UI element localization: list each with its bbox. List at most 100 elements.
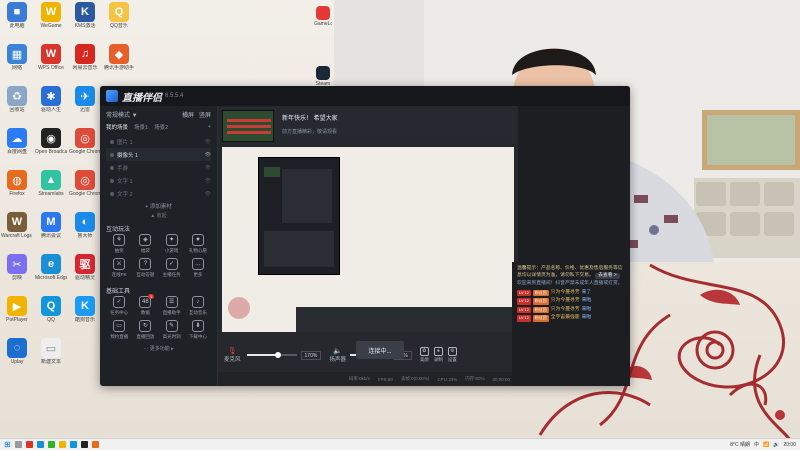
mic-button[interactable]: 🎙 麦克风 <box>224 347 241 363</box>
desktop-icon[interactable]: ✈ 迅雷 <box>69 86 101 113</box>
eye-icon[interactable]: 👁 <box>205 191 211 197</box>
desktop-icon[interactable]: ◉Open Broadcaster Software <box>35 128 67 155</box>
ime-indicator[interactable]: 中 <box>754 441 759 448</box>
start-live-button[interactable]: 连接中... <box>356 341 404 359</box>
desktop-icon[interactable]: ◎ Google Chrome <box>69 170 101 197</box>
tool-button[interactable]: ♪ 互动音乐 <box>185 296 211 316</box>
settings-button[interactable]: ⚙ 设置 <box>447 347 457 363</box>
tool-button[interactable]: ✎ 高光时刻 <box>159 320 185 340</box>
tool-button[interactable]: ✓ 主播任务 <box>159 258 185 278</box>
tool-button[interactable]: ↻ 直播回放 <box>132 320 158 340</box>
taskbar-app-icon[interactable] <box>36 441 44 448</box>
scene-item[interactable]: 图片 1 👁 <box>106 135 211 148</box>
chat-message[interactable]: LV.12 粉丝团 只为今蔓寻芳 来啦 <box>517 306 625 314</box>
collapse-button[interactable]: ▲ 收起 <box>106 212 211 220</box>
tool-button[interactable]: ⬇ 下载中心 <box>185 320 211 340</box>
desktop-icon[interactable]: ◍ Firefox <box>1 170 33 197</box>
visibility-icon[interactable] <box>110 165 114 170</box>
desktop-icon[interactable]: W WeGame <box>35 2 67 29</box>
desktop-icon[interactable]: ▶ PotPlayer <box>1 296 33 323</box>
weather-text[interactable]: 8°C 晴朗 <box>730 441 750 448</box>
mic-volume-slider[interactable] <box>246 352 297 358</box>
desktop-icon[interactable]: K KMS激活 <box>69 2 101 29</box>
tool-button[interactable]: ✓ 任务中心 <box>106 296 132 316</box>
start-icon[interactable]: ⊞ <box>4 440 11 449</box>
speaker-button[interactable]: 🔈 扬声器 <box>329 347 346 363</box>
eye-icon[interactable]: 👁 <box>205 165 211 171</box>
tool-button[interactable]: 48 数据 1 <box>132 294 158 316</box>
tool-button[interactable]: ⚔ 连线PK <box>106 258 132 278</box>
desktop-icon[interactable]: ■ 此电脑 <box>1 2 33 29</box>
record-button[interactable]: ● 录制 <box>433 347 443 363</box>
desktop-icon[interactable]: Q QQ音乐 <box>103 2 135 29</box>
desktop-icon[interactable]: 驱驱动精灵 <box>69 254 101 281</box>
tool-button[interactable]: ◈ 福袋 <box>132 234 158 254</box>
tab-scene-2[interactable]: 场景2 <box>154 123 168 131</box>
landscape-toggle[interactable]: 横屏 <box>182 110 194 119</box>
scene-item[interactable]: 文字 2 👁 <box>106 187 211 200</box>
chat-username[interactable]: 只为今蔓寻芳 <box>551 298 580 305</box>
desktop-icon[interactable]: e Microsoft Edge <box>35 254 67 281</box>
tool-button[interactable]: ☰ 直播助手 <box>159 296 185 316</box>
desktop-icon[interactable]: ◆ 腾讯手游助手 <box>103 44 135 71</box>
mode-selector[interactable]: 常规模式 ▼ <box>106 110 138 119</box>
more-tools-button[interactable]: ⋯ 更多功能 ▸ <box>106 345 211 352</box>
chat-message[interactable]: LV.12 粉丝团 全宇宙最强鹿 来啦 <box>517 315 625 322</box>
desktop-icon[interactable]: GameLoop <box>314 6 332 27</box>
tool-button[interactable]: ✦ 小游戏 <box>159 234 185 254</box>
tab-scene-1[interactable]: 场景1 <box>134 123 148 131</box>
desktop-icon[interactable]: ✱ 驱动人生 <box>35 86 67 113</box>
taskbar-app-icon[interactable] <box>91 441 99 448</box>
visibility-icon[interactable] <box>110 178 114 183</box>
desktop-icon[interactable]: ◐ 鲁大师 <box>69 212 101 239</box>
desktop-icon[interactable]: ▲ Streamlabs <box>35 170 67 197</box>
desktop-icon[interactable]: ▭ 新建文本 <box>35 338 67 365</box>
desktop-icon[interactable]: W WPS Office <box>35 44 67 71</box>
desktop-icon[interactable]: M 腾讯会议 <box>35 212 67 239</box>
visibility-icon[interactable] <box>110 152 114 157</box>
chat-message[interactable]: LV.12 粉丝团 只为今蔓寻芳 来了 <box>517 289 625 297</box>
volume-icon[interactable]: 🔊 <box>773 442 779 448</box>
tool-button[interactable]: ? 互动答题 <box>132 258 158 278</box>
taskbar-app-icon[interactable] <box>58 441 66 448</box>
stream-preview[interactable] <box>222 147 514 332</box>
add-scene-button[interactable]: + <box>208 124 211 130</box>
chat-username[interactable]: 只为今蔓寻芳 <box>551 290 580 297</box>
desktop-icon[interactable]: Q QQ <box>35 296 67 323</box>
scene-thumbnail[interactable] <box>222 110 274 142</box>
taskbar-app-icon[interactable] <box>25 441 33 448</box>
chat-username[interactable]: 只为今蔓寻芳 <box>551 307 580 314</box>
chat-message[interactable]: LV.12 粉丝团 只为今蔓寻芳 来啦 <box>517 298 625 305</box>
visibility-icon[interactable] <box>110 139 114 144</box>
desktop-icon[interactable]: Steam <box>314 66 332 87</box>
taskbar-app-icon[interactable] <box>80 441 88 448</box>
eye-icon[interactable]: 👁 <box>205 178 211 184</box>
add-source-button[interactable]: + 添加素材 <box>106 202 211 212</box>
clock[interactable]: 20:00 <box>783 442 796 448</box>
desktop-icon[interactable]: K 酷狗音乐 <box>69 296 101 323</box>
eye-icon[interactable]: 👁 <box>205 139 211 145</box>
tool-button[interactable]: ♥ 礼物心愿 <box>185 234 211 254</box>
mic-volume-value[interactable]: 170% <box>300 350 322 360</box>
desktop-icon[interactable]: WWarcraft Logs Uploader <box>1 212 33 239</box>
desktop-icon[interactable]: ☁ 百度网盘 <box>1 128 33 155</box>
desktop-icon[interactable]: ◌ Uplay <box>1 338 33 365</box>
desktop-icon[interactable]: ◎ Google Chrome <box>69 128 101 155</box>
beauty-button[interactable]: ✿ 美颜 <box>419 347 429 363</box>
notice-view-button[interactable]: 去查看 > <box>595 272 620 279</box>
desktop-icon[interactable]: ♫ 网易云音乐 <box>69 44 101 71</box>
search-icon[interactable] <box>14 441 22 448</box>
tool-button[interactable]: … 更多 <box>185 258 211 278</box>
scene-item[interactable]: 手游 👁 <box>106 161 211 174</box>
tab-my-scenes[interactable]: 我的场景 <box>106 123 128 131</box>
taskbar-app-icon[interactable] <box>47 441 55 448</box>
tool-button[interactable]: ▭ 预约直播 <box>106 320 132 340</box>
scene-item[interactable]: 摄像头 1 👁 <box>106 148 211 161</box>
network-icon[interactable]: 📶 <box>763 442 769 448</box>
eye-icon[interactable]: 👁 <box>205 152 211 158</box>
taskbar-app-icon[interactable] <box>69 441 77 448</box>
tool-button[interactable]: ⚘ 抽奖 <box>106 234 132 254</box>
scene-item[interactable]: 文字 1 👁 <box>106 174 211 187</box>
desktop-icon[interactable]: ♻ 回收站 <box>1 86 33 113</box>
visibility-icon[interactable] <box>110 191 114 196</box>
